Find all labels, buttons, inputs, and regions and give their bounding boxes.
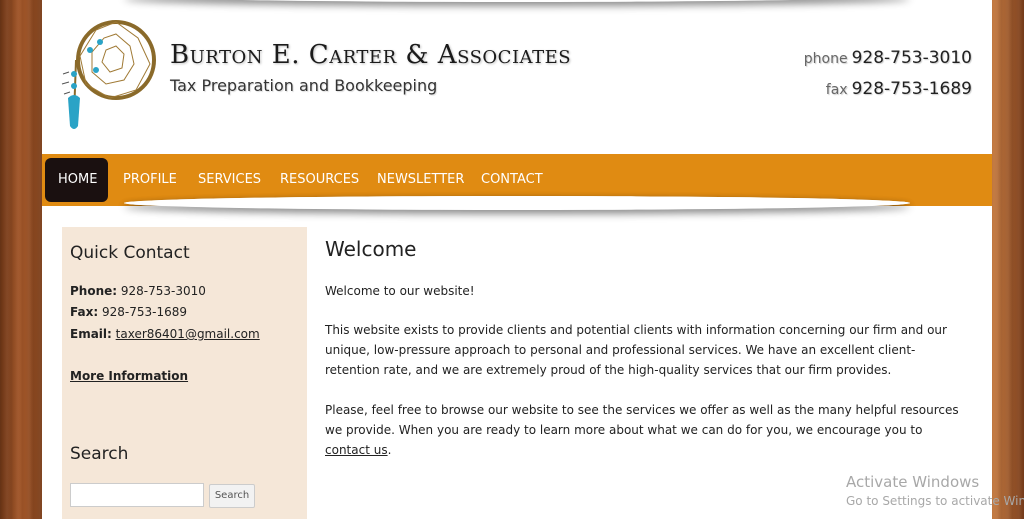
nav-item-resources[interactable]: RESOURCES (267, 158, 372, 202)
browse-paragraph: Please, feel free to browse our website … (325, 400, 965, 460)
intro-text: Welcome to our website! (325, 284, 475, 298)
sidebar-fax-label: Fax: (70, 305, 99, 319)
header-fax-value: 928-753-1689 (851, 79, 972, 99)
activate-windows-title: Activate Windows (846, 473, 980, 491)
sidebar-phone-label: Phone: (70, 284, 118, 298)
sidebar-email-label: Email: (70, 327, 112, 341)
contact-us-link[interactable]: contact us (325, 443, 388, 457)
search-input[interactable] (70, 483, 204, 507)
search-heading: Search (70, 444, 129, 464)
sidebar-fax-value: 928-753-1689 (101, 305, 187, 319)
quick-contact-heading: Quick Contact (70, 243, 190, 263)
about-paragraph: This website exists to provide clients a… (325, 323, 947, 377)
dreamcatcher-logo-icon[interactable] (60, 14, 160, 134)
browse-text: Please, feel free to browse our website … (325, 403, 959, 437)
header-phone-value: 928-753-3010 (851, 48, 972, 68)
header-phone-label: phone (803, 51, 848, 67)
sidebar-email: Email: taxer86401@gmail.com (70, 327, 260, 341)
nav-item-profile[interactable]: PROFILE (110, 158, 190, 202)
activate-windows-subtitle: Go to Settings to activate Windows. (846, 494, 1024, 508)
page-title: Welcome (325, 237, 417, 261)
site-title[interactable]: Burton E. Carter & Associates (170, 40, 571, 70)
nav-item-services[interactable]: SERVICES (185, 158, 274, 202)
top-shadow (124, 0, 910, 2)
nav-shadow-visible (124, 196, 910, 210)
header-fax-label: fax (825, 82, 848, 98)
nav-item-home[interactable]: HOME (45, 158, 108, 202)
sidebar-phone-value: 928-753-3010 (120, 284, 206, 298)
sidebar: Quick Contact Phone: 928-753-3010 Fax: 9… (62, 227, 307, 519)
sidebar-fax: Fax: 928-753-1689 (70, 305, 187, 319)
page-container: Burton E. Carter & Associates Tax Prepar… (42, 0, 992, 519)
site-tagline: Tax Preparation and Bookkeeping (170, 76, 438, 95)
email-link[interactable]: taxer86401@gmail.com (116, 327, 260, 341)
header-fax: fax 928-753-1689 (826, 79, 972, 99)
browse-text-end: . (387, 443, 392, 457)
more-information-link[interactable]: More Information (70, 369, 188, 383)
search-button[interactable]: Search (209, 484, 255, 508)
header-phone: phone 928-753-3010 (804, 48, 972, 68)
sidebar-phone: Phone: 928-753-3010 (70, 284, 206, 298)
